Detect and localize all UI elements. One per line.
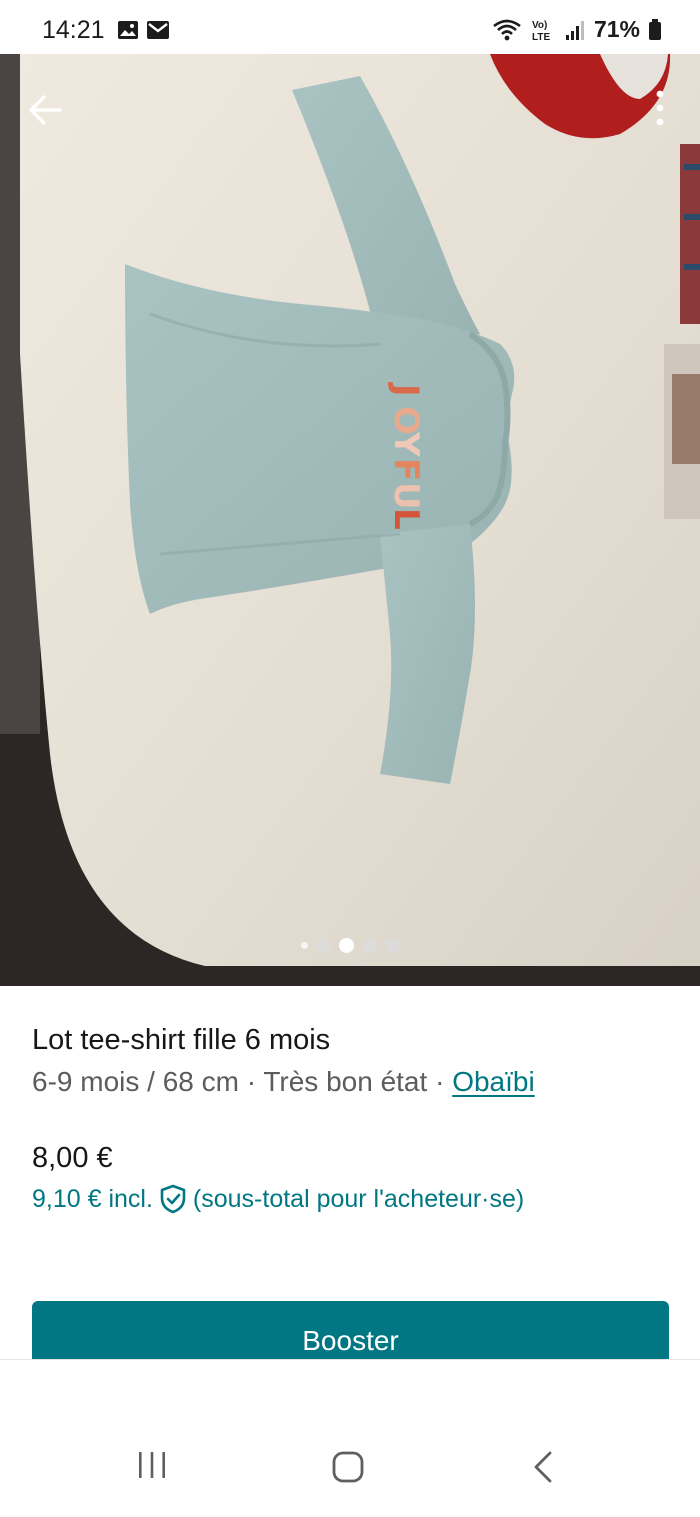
home-icon[interactable] [331, 1450, 365, 1484]
more-vertical-icon [656, 90, 664, 126]
booster-label: Booster [302, 1325, 399, 1356]
svg-text:Y: Y [386, 431, 426, 457]
listing-size: 6-9 mois / 68 cm [32, 1066, 239, 1097]
system-nav-bar [0, 1359, 700, 1517]
buyer-price-note: (sous-total pour l'acheteur·se) [192, 1185, 525, 1213]
brand-link[interactable]: Obaïbi [452, 1066, 535, 1097]
listing-price: 8,00 € [32, 1142, 113, 1174]
meta-separator: · [427, 1066, 453, 1097]
mail-icon [147, 21, 169, 39]
svg-text:LTE: LTE [532, 32, 550, 42]
back-icon[interactable] [530, 1450, 556, 1484]
carousel-indicator [0, 938, 700, 953]
booster-button[interactable]: Booster [32, 1301, 669, 1361]
back-arrow-icon [29, 95, 62, 125]
buyer-price-amount: 9,10 € incl. [32, 1185, 153, 1213]
wifi-icon [493, 19, 521, 40]
shield-check-icon [160, 1184, 186, 1214]
battery-icon [649, 18, 661, 40]
status-time: 14:21 [42, 16, 105, 44]
carousel-dot[interactable] [384, 938, 400, 953]
back-button[interactable] [24, 88, 68, 132]
listing-condition: Très bon état [263, 1066, 428, 1097]
listing-details: Lot tee-shirt fille 6 mois 6-9 mois / 68… [32, 1020, 672, 1104]
listing-meta: 6-9 mois / 68 cm · Très bon état · Obaïb… [32, 1060, 672, 1104]
status-right: Vo) LTE 71% [492, 16, 662, 43]
status-bar: 14:21 Vo) LTE 71% [0, 0, 700, 54]
product-photo: J O Y F U L [0, 54, 700, 986]
gallery-icon [118, 21, 138, 39]
battery-percent: 71% [593, 16, 640, 42]
buyer-price-info[interactable]: 9,10 € incl. (sous-total pour l'acheteur… [32, 1178, 524, 1220]
svg-text:U: U [386, 482, 426, 510]
svg-text:F: F [386, 458, 426, 481]
carousel-dot[interactable] [300, 942, 308, 949]
more-options-button[interactable] [650, 86, 670, 130]
carousel-dot[interactable] [361, 938, 377, 953]
product-photo-carousel[interactable]: J O Y F U L [0, 54, 700, 986]
volte-icon: Vo) LTE [532, 20, 550, 42]
svg-text:L: L [386, 508, 426, 530]
svg-text:J: J [386, 382, 426, 397]
svg-text:Vo): Vo) [532, 20, 547, 31]
carousel-dot[interactable] [315, 938, 331, 953]
svg-text:O: O [386, 406, 426, 435]
signal-icon [565, 20, 584, 40]
meta-separator: · [238, 1066, 264, 1097]
listing-title: Lot tee-shirt fille 6 mois [32, 1024, 331, 1056]
carousel-dot-active[interactable] [338, 938, 354, 953]
recents-icon[interactable] [136, 1450, 168, 1480]
